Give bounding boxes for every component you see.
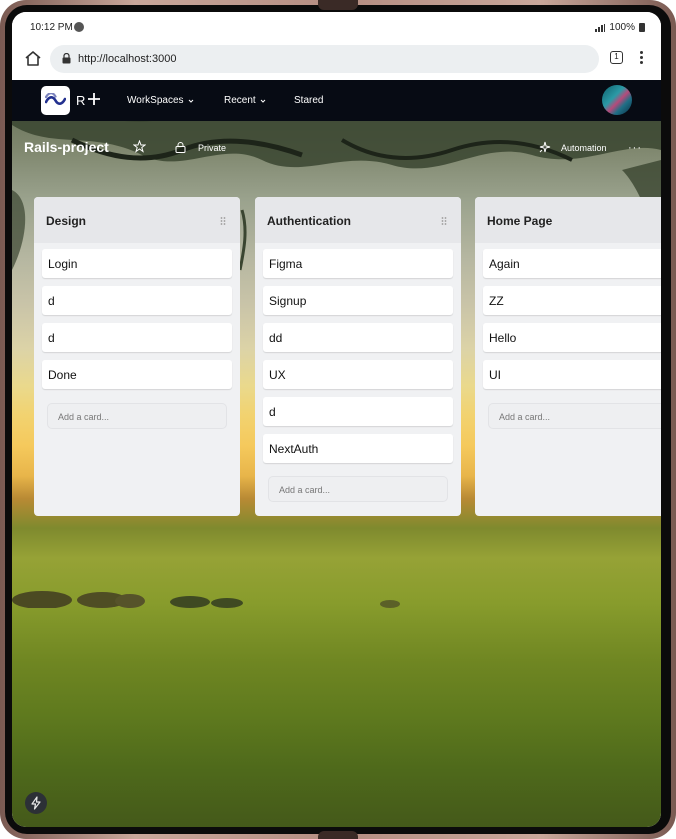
status-bar: 10:12 PM 100% (12, 12, 661, 42)
card[interactable]: Again (483, 249, 661, 278)
battery-percent: 100% (609, 22, 635, 33)
screen: 10:12 PM 100% http://localhost:3000 1 R … (12, 12, 661, 827)
notification-icon (74, 22, 84, 32)
list-header: Home Page (475, 197, 661, 243)
battery-icon (639, 23, 645, 32)
board-title[interactable]: Rails-project (24, 139, 109, 155)
card[interactable]: Hello (483, 323, 661, 352)
lightning-icon (31, 796, 41, 810)
card[interactable]: UX (263, 360, 453, 389)
add-card-input[interactable]: Add a card... (268, 476, 448, 502)
list-title[interactable]: Authentication (267, 214, 351, 228)
device-hinge-bottom (318, 831, 358, 839)
app-container: R WorkSpaces Recent Stared Rails-project (12, 80, 661, 827)
nav-workspaces-label: WorkSpaces (127, 95, 184, 106)
bolt-button[interactable] (25, 792, 47, 814)
app-logo[interactable] (41, 86, 70, 115)
star-icon[interactable] (133, 140, 146, 153)
card[interactable]: ZZ (483, 286, 661, 315)
browser-toolbar: http://localhost:3000 1 (12, 42, 661, 80)
lock-icon (175, 142, 186, 153)
nav-workspaces[interactable]: WorkSpaces (127, 95, 194, 106)
board-more-button[interactable]: ··· (628, 142, 642, 154)
top-navbar: R WorkSpaces Recent Stared (12, 80, 661, 121)
status-right: 100% (595, 22, 645, 33)
list-title[interactable]: Home Page (487, 214, 552, 228)
card[interactable]: Figma (263, 249, 453, 278)
address-bar[interactable]: http://localhost:3000 (50, 45, 599, 73)
nav-stared[interactable]: Stared (294, 95, 323, 106)
lock-icon (62, 53, 71, 64)
chevron-down-icon (188, 99, 193, 103)
list-header: Design (34, 197, 240, 243)
user-avatar[interactable] (602, 85, 632, 115)
horizon-trees (12, 591, 400, 608)
plus-icon[interactable] (86, 91, 102, 107)
logo-icon (45, 93, 66, 105)
card[interactable]: Signup (263, 286, 453, 315)
list-authentication: Authentication Figma Signup dd UX d Next… (255, 197, 461, 516)
chevron-down-icon (260, 99, 266, 103)
device-hinge-top (318, 0, 358, 10)
nav-recent[interactable]: Recent (224, 95, 266, 106)
nav-recent-label: Recent (224, 95, 256, 106)
add-card-input[interactable]: Add a card... (47, 403, 227, 429)
tab-switcher-button[interactable]: 1 (610, 51, 623, 64)
drag-handle-icon[interactable] (220, 217, 226, 225)
list-header: Authentication (255, 197, 461, 243)
card[interactable]: Login (42, 249, 232, 278)
card[interactable]: Done (42, 360, 232, 389)
add-card-input[interactable]: Add a card... (488, 403, 661, 429)
list-title[interactable]: Design (46, 214, 86, 228)
signal-icon (595, 23, 606, 32)
list-design: Design Login d d Done Add a card... (34, 197, 240, 516)
home-icon[interactable] (24, 50, 42, 68)
drag-handle-icon[interactable] (441, 217, 447, 225)
status-time: 10:12 PM (30, 22, 73, 33)
logo-letter: R (76, 93, 86, 108)
card[interactable]: d (263, 397, 453, 426)
automation-icon (539, 141, 551, 153)
card[interactable]: NextAuth (263, 434, 453, 463)
nav-stared-label: Stared (294, 95, 324, 106)
card[interactable]: d (42, 286, 232, 315)
list-home-page: Home Page Again ZZ Hello UI Add a card..… (475, 197, 661, 516)
card[interactable]: dd (263, 323, 453, 352)
card[interactable]: d (42, 323, 232, 352)
url-text: http://localhost:3000 (78, 53, 177, 65)
visibility-button[interactable]: Private (198, 143, 226, 153)
browser-menu-icon[interactable] (640, 51, 644, 65)
automation-button[interactable]: Automation (561, 143, 607, 153)
card[interactable]: UI (483, 360, 661, 389)
